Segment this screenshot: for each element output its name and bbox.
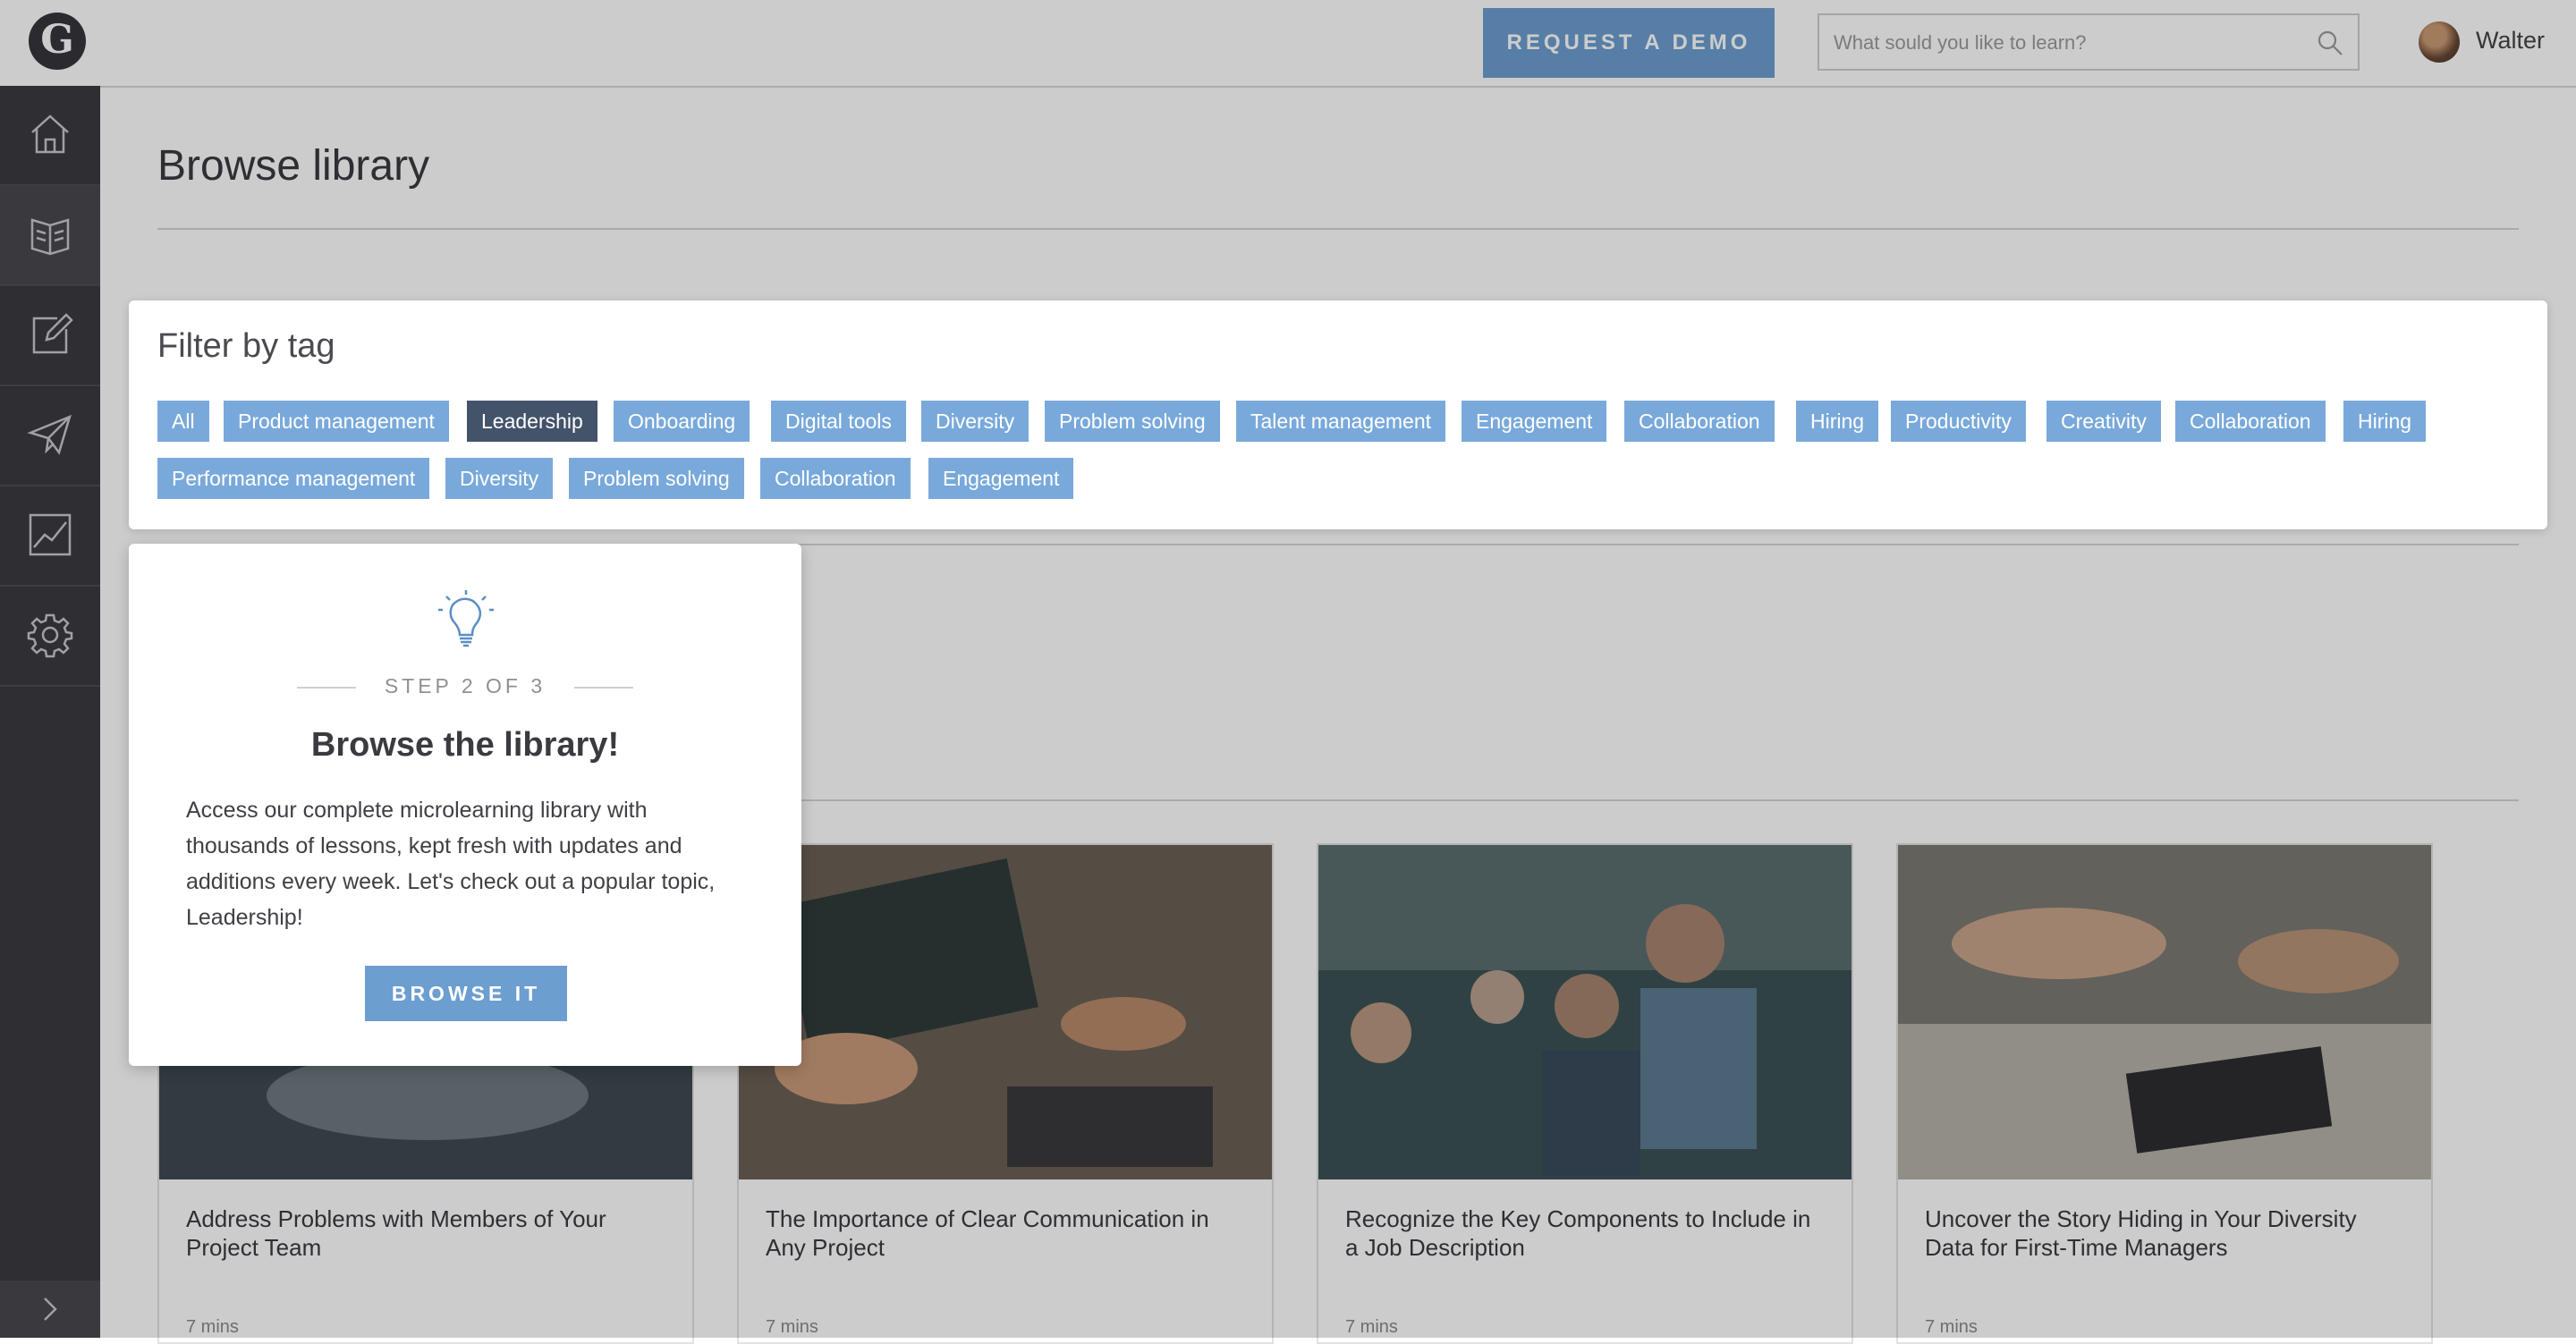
book-icon bbox=[30, 218, 70, 256]
paper-plane-icon bbox=[27, 414, 72, 455]
sidebar-item-settings[interactable] bbox=[0, 587, 100, 687]
edit-icon bbox=[32, 313, 73, 354]
sidebar-item-analytics[interactable] bbox=[0, 486, 100, 587]
lightbulb-icon bbox=[438, 590, 494, 647]
lesson-card[interactable]: Recognize the Key Components to Include … bbox=[1317, 843, 1853, 1344]
gear-icon bbox=[27, 613, 73, 658]
tour-step-popup: STEP 2 OF 3 Browse the library! Access o… bbox=[129, 544, 801, 1066]
tag-collaboration[interactable]: Collaboration bbox=[760, 458, 911, 499]
home-icon bbox=[31, 114, 69, 154]
chevron-right-icon bbox=[44, 1298, 57, 1321]
tag-all[interactable]: All bbox=[157, 401, 209, 442]
tag-performance-management[interactable]: Performance management bbox=[157, 458, 430, 499]
lesson-duration: 7 mins bbox=[186, 1317, 239, 1337]
divider bbox=[157, 228, 2519, 230]
divider bbox=[535, 544, 2519, 545]
tag-collaboration[interactable]: Collaboration bbox=[2175, 401, 2326, 442]
logo-area: G bbox=[0, 0, 100, 86]
popup-body: Access our complete microlearning librar… bbox=[186, 798, 716, 930]
lesson-title[interactable]: The Importance of Clear Communication in… bbox=[766, 1205, 1249, 1262]
sidebar-item-home[interactable] bbox=[0, 86, 100, 186]
tag-problem-solving[interactable]: Problem solving bbox=[1045, 401, 1220, 442]
popup-title: Browse the library! bbox=[310, 726, 620, 764]
top-header: REQUEST A DEMO Walter bbox=[100, 0, 2576, 88]
tag-engagement[interactable]: Engagement bbox=[1462, 401, 1607, 442]
sidebar-item-library[interactable] bbox=[0, 186, 100, 286]
filter-panel: Filter by tag All Product management Lea… bbox=[129, 300, 2547, 529]
lesson-card[interactable]: The Importance of Clear Communication in… bbox=[737, 843, 1274, 1344]
lesson-image bbox=[1898, 845, 2431, 1179]
sidebar-expand-button[interactable] bbox=[0, 1281, 100, 1338]
tag-engagement[interactable]: Engagement bbox=[928, 458, 1074, 499]
lesson-duration: 7 mins bbox=[1345, 1317, 1398, 1337]
request-demo-button[interactable]: REQUEST A DEMO bbox=[1483, 8, 1775, 78]
lesson-duration: 7 mins bbox=[1925, 1317, 1978, 1337]
app-logo[interactable]: G bbox=[29, 13, 86, 70]
tag-leadership[interactable]: Leadership bbox=[467, 401, 597, 442]
tag-collaboration[interactable]: Collaboration bbox=[1624, 401, 1775, 442]
divider bbox=[574, 687, 633, 689]
lesson-title[interactable]: Uncover the Story Hiding in Your Diversi… bbox=[1925, 1205, 2408, 1262]
tag-product-management[interactable]: Product management bbox=[224, 401, 449, 442]
browse-it-button[interactable]: BROWSE IT bbox=[365, 966, 567, 1021]
page-title: Browse library bbox=[157, 142, 430, 190]
tag-hiring[interactable]: Hiring bbox=[1796, 401, 1879, 442]
avatar[interactable] bbox=[2419, 21, 2460, 63]
lesson-title[interactable]: Address Problems with Members of Your Pr… bbox=[186, 1205, 669, 1262]
lesson-image bbox=[739, 845, 1272, 1179]
tag-creativity[interactable]: Creativity bbox=[2046, 401, 2161, 442]
tag-digital-tools[interactable]: Digital tools bbox=[771, 401, 906, 442]
sidebar-item-send[interactable] bbox=[0, 386, 100, 486]
tag-talent-management[interactable]: Talent management bbox=[1236, 401, 1446, 442]
sidebar-item-create[interactable] bbox=[0, 286, 100, 386]
lesson-title[interactable]: Recognize the Key Components to Include … bbox=[1345, 1205, 1828, 1262]
filter-title: Filter by tag bbox=[157, 327, 335, 365]
tag-diversity[interactable]: Diversity bbox=[921, 401, 1030, 442]
step-indicator: STEP 2 OF 3 bbox=[297, 674, 633, 701]
lesson-duration: 7 mins bbox=[766, 1317, 818, 1337]
lesson-image bbox=[1318, 845, 1852, 1179]
tag-onboarding[interactable]: Onboarding bbox=[614, 401, 750, 442]
user-name[interactable]: Walter bbox=[2476, 27, 2545, 55]
tag-hiring[interactable]: Hiring bbox=[2343, 401, 2427, 442]
search-box[interactable] bbox=[1818, 13, 2360, 71]
lesson-card[interactable]: Uncover the Story Hiding in Your Diversi… bbox=[1896, 843, 2433, 1344]
chart-icon bbox=[29, 513, 72, 556]
tag-productivity[interactable]: Productivity bbox=[1891, 401, 2026, 442]
tag-problem-solving[interactable]: Problem solving bbox=[569, 458, 744, 499]
sidebar: G bbox=[0, 0, 100, 1338]
search-icon[interactable] bbox=[2317, 30, 2343, 56]
divider bbox=[535, 799, 2519, 801]
tag-diversity[interactable]: Diversity bbox=[445, 458, 554, 499]
search-input[interactable] bbox=[1832, 24, 2301, 62]
